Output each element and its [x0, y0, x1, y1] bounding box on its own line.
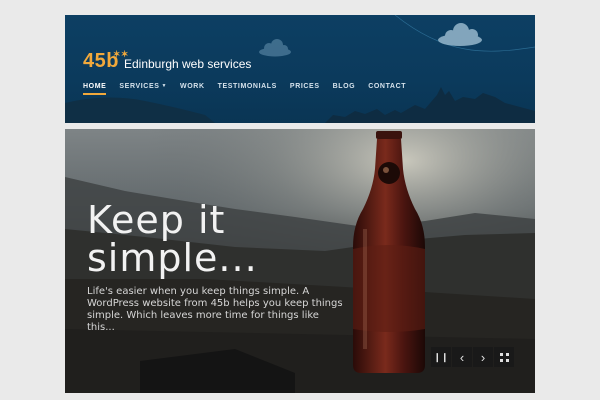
fullscreen-button[interactable] [494, 347, 514, 367]
pause-icon: ❙❙ [433, 351, 449, 362]
cloud-icon [438, 23, 482, 46]
nav-item-prices[interactable]: PRICES [290, 83, 320, 95]
nav-item-blog[interactable]: BLOG [333, 83, 356, 95]
nav-item-contact[interactable]: CONTACT [368, 83, 406, 95]
hero-title: Keep it simple... [87, 198, 258, 280]
site-header: 45b ✶✶ Edinburgh web services HOME SERVI… [65, 15, 535, 123]
hero-description: Life's easier when you keep things simpl… [87, 286, 343, 333]
nav-item-services[interactable]: SERVICES ▼ [119, 83, 167, 95]
nav-item-testimonials[interactable]: TESTIMONIALS [218, 83, 277, 95]
pause-button[interactable]: ❙❙ [431, 347, 451, 367]
main-nav: HOME SERVICES ▼ WORK TESTIMONIALS PRICES … [83, 83, 419, 95]
hero-slider: Keep it simple... Life's easier when you… [65, 129, 535, 393]
hill-silhouette-left [65, 97, 215, 123]
next-slide-button[interactable]: › [473, 347, 493, 367]
chevron-left-icon: ‹ [459, 349, 465, 365]
prev-slide-button[interactable]: ‹ [452, 347, 472, 367]
logo-mark: 45b ✶✶ [83, 49, 128, 71]
fullscreen-icon [499, 352, 509, 362]
cloud-icon-small [259, 39, 291, 57]
logo-stars-icon: ✶✶ [112, 49, 129, 59]
chevron-right-icon: › [480, 349, 486, 365]
site-wrapper: 45b ✶✶ Edinburgh web services HOME SERVI… [65, 15, 535, 393]
site-logo[interactable]: 45b ✶✶ Edinburgh web services [83, 49, 252, 71]
nav-item-home[interactable]: HOME [83, 83, 107, 95]
caret-down-icon: ▼ [161, 83, 168, 89]
nav-item-services-label: SERVICES [119, 83, 160, 90]
slider-controls: ❙❙ ‹ › [431, 347, 514, 367]
nav-item-work[interactable]: WORK [180, 83, 205, 95]
site-tagline: Edinburgh web services [123, 57, 252, 71]
